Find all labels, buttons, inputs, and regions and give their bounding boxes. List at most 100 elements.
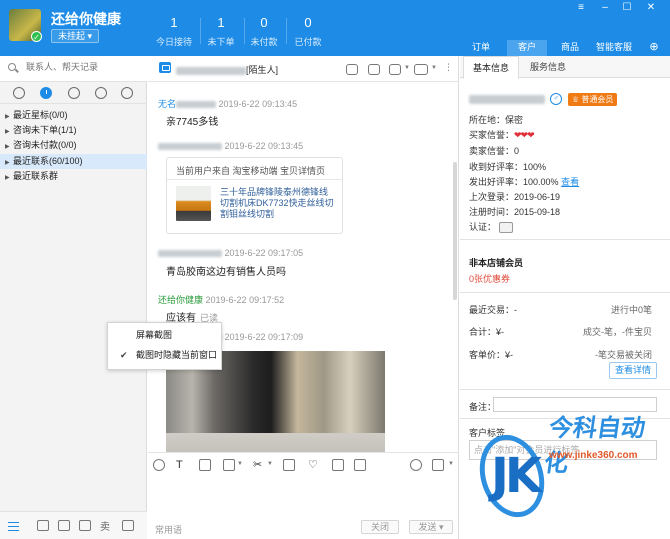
message-input[interactable] <box>148 476 459 513</box>
chevron-down-icon[interactable]: ▼ <box>431 65 437 71</box>
org-icon[interactable] <box>121 87 133 99</box>
view-rate-link[interactable]: 查看 <box>561 177 579 187</box>
mail-icon[interactable] <box>58 520 70 531</box>
menu-icon[interactable]: ≡ <box>574 2 588 14</box>
tree-item-no-order[interactable]: ▶ 咨询未下单(1/1) <box>0 123 147 138</box>
tree-item-starred[interactable]: ▶ 最近星标(0/0) <box>0 108 147 123</box>
chat-icon[interactable] <box>13 87 25 99</box>
close-icon[interactable]: ✕ <box>644 2 658 14</box>
heart-icon[interactable]: ♡ <box>308 459 320 471</box>
coupon-count[interactable]: 0张优惠券 <box>469 272 510 285</box>
document-icon[interactable] <box>332 459 344 471</box>
common-phrases-link[interactable]: 常用语 <box>155 523 182 536</box>
message-list[interactable]: 无名 2019-6-22 09:13:45 亲7745多钱 2019-6-22 … <box>148 82 459 452</box>
search-input[interactable] <box>26 62 138 72</box>
font-icon[interactable]: T <box>176 459 188 471</box>
tab-service-info[interactable]: 服务信息 <box>520 56 576 78</box>
logo-url: www.jinke360.com <box>549 450 638 461</box>
online-check-icon: ✓ <box>31 31 42 42</box>
quick-reply-icon[interactable] <box>410 459 422 471</box>
maximize-icon[interactable]: ☐ <box>620 2 634 14</box>
emoji-chat-icon[interactable] <box>346 64 358 75</box>
history-icon[interactable] <box>432 459 444 471</box>
recent-trade: 最近交易：- <box>469 305 517 315</box>
menu-item-screenshot[interactable]: 屏幕截图 <box>108 325 221 345</box>
stat-paid[interactable]: 0 已付款 <box>282 16 334 48</box>
close-button[interactable]: 关闭 <box>361 520 399 534</box>
grid-icon[interactable] <box>122 520 134 531</box>
credit-hearts-icon: ❤❤❤ <box>514 130 535 140</box>
chevron-down-icon[interactable]: ▼ <box>267 461 273 467</box>
info-location: 所在地：保密 <box>469 113 523 126</box>
group-icon[interactable] <box>95 87 107 99</box>
more-icon[interactable]: ⋮ <box>444 62 453 73</box>
certification-icon <box>499 222 514 234</box>
info-label: 上次登录： <box>469 192 515 202</box>
sender-name: 还给你健康 <box>158 295 204 305</box>
seller-center-icon[interactable]: 卖 <box>100 518 110 533</box>
product-card[interactable]: 当前用户来自 淘宝移动端 宝贝详情页 三十年品牌锋陵泰州德锋线切割机床DK773… <box>166 157 343 234</box>
folder-icon[interactable] <box>223 459 235 471</box>
status-dropdown[interactable]: 未挂起 ▾ <box>51 29 100 43</box>
shake-icon[interactable] <box>283 459 295 471</box>
minimize-icon[interactable]: – <box>598 2 612 14</box>
add-contact-icon[interactable] <box>368 64 380 75</box>
tree-item-recent-groups[interactable]: ▶ 最近联系群 <box>0 169 147 184</box>
info-label: 所在地： <box>469 115 506 125</box>
tab-orders[interactable]: 订单 <box>462 40 500 56</box>
chat-scrollbar[interactable] <box>453 162 457 300</box>
screenshot-context-menu: 屏幕截图 ✔ 截图时隐藏当前窗口 <box>107 322 222 370</box>
scissors-icon[interactable]: ✂ <box>253 459 265 471</box>
blurred-sender-id <box>158 250 222 258</box>
main-menu-icon[interactable] <box>8 522 19 531</box>
info-value: 100.00% <box>523 177 559 187</box>
chat-panel: [陌生人] ▼ ▼ ⋮ 无名 2019-6-22 09:13:45 亲7745多… <box>107 56 459 539</box>
store-name: 还给你健康 <box>51 11 121 27</box>
section-divider <box>460 389 670 390</box>
calendar-icon[interactable] <box>354 459 366 471</box>
chat-bubble-icon <box>159 62 171 73</box>
tree-item-label: 咨询未付款(0/0) <box>13 140 77 150</box>
customer-id <box>469 93 545 105</box>
tree-item-recent-contacts[interactable]: ▶ 最近联系(60/100) <box>0 154 147 169</box>
user-icon[interactable] <box>68 87 80 99</box>
add-tab-icon[interactable]: ⊕ <box>646 40 662 56</box>
sender-name: 无名 <box>158 99 177 109</box>
tab-basic-info[interactable]: 基本信息 <box>463 56 519 79</box>
chevron-down-icon[interactable]: ▼ <box>448 461 454 467</box>
chevron-down-icon[interactable]: ▼ <box>237 461 243 467</box>
info-value: 0 <box>514 146 520 156</box>
chevron-down-icon[interactable]: ▼ <box>404 65 410 71</box>
tab-customer[interactable]: 客户 <box>507 40 547 56</box>
tab-smart-service[interactable]: 智能客服 <box>592 40 636 56</box>
message-time: 2019-6-22 09:13:45 <box>218 99 298 109</box>
info-value: 保密 <box>505 115 524 125</box>
send-button[interactable]: 发送 ▾ <box>409 520 453 534</box>
contact-name[interactable]: [陌生人] <box>176 63 278 76</box>
product-title[interactable]: 三十年品牌锋陵泰州德锋线切割机床DK7732快走丝线切割钼丝线切割 <box>220 187 335 220</box>
product-thumbnail[interactable] <box>176 186 211 221</box>
status-label: 未挂起 <box>58 31 86 41</box>
stat-today-received[interactable]: 1 今日接待 <box>148 16 200 48</box>
emoji-icon[interactable] <box>153 459 165 471</box>
tree-item-label: 最近联系群 <box>13 171 59 181</box>
tab-products[interactable]: 商品 <box>551 40 589 56</box>
edit-note-icon[interactable] <box>389 64 401 75</box>
tree-item-label: 最近星标(0/0) <box>13 110 68 120</box>
gallery-icon[interactable] <box>79 520 91 531</box>
image-icon[interactable] <box>199 459 211 471</box>
message-meta: 无名 2019-6-22 09:13:45 <box>158 97 297 110</box>
view-details-button[interactable]: 查看详情 <box>609 362 657 379</box>
trade-total-detail: 成交-笔，-件宝贝 <box>583 327 652 337</box>
card-source: 当前用户来自 淘宝移动端 宝贝详情页 <box>176 166 326 176</box>
stat-label: 已付款 <box>294 37 322 47</box>
clock-icon[interactable] <box>40 87 52 99</box>
video-call-icon[interactable] <box>414 64 428 75</box>
plugin-icon[interactable] <box>37 520 49 531</box>
tree-item-unpaid[interactable]: ▶ 咨询未付款(0/0) <box>0 138 147 153</box>
trade-total: 合计：¥- <box>469 327 505 337</box>
info-certification: 认证： <box>469 220 514 234</box>
info-label: 认证： <box>469 222 497 232</box>
menu-item-hide-window[interactable]: ✔ 截图时隐藏当前窗口 <box>108 345 221 365</box>
info-buyer-credit: 买家信誉：❤❤❤ <box>469 128 535 141</box>
